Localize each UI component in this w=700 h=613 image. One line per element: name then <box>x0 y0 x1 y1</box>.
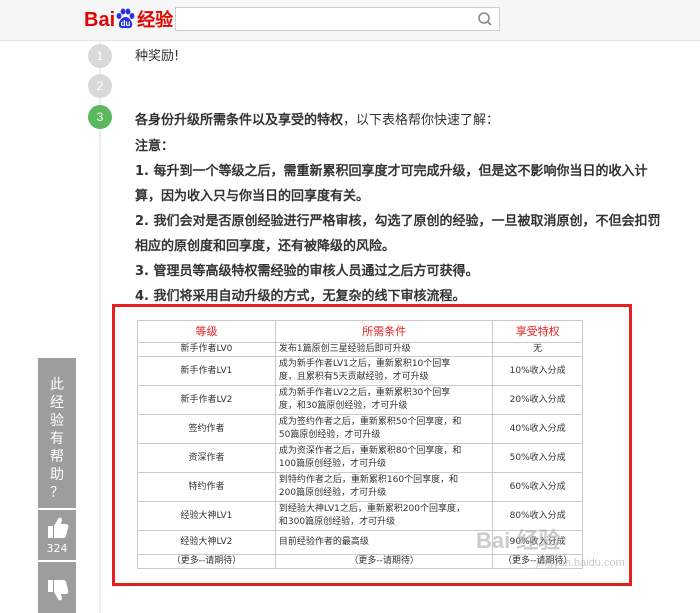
table-row: 新手作者LV1 成为新手作者LV1之后，重新累积10个回享 度，且累积有5天贡献经… <box>137 356 583 386</box>
table-row: 经验大神LV1 到经验大神LV1之后，重新累积200个回享度， 和300篇原创经验… <box>137 501 583 531</box>
logo-bai-text: Bai <box>84 9 116 31</box>
note-label: 注意： <box>135 139 175 154</box>
level-cell: 经验大神LV2 <box>137 530 276 555</box>
question-char: ？ <box>50 485 64 501</box>
level-cell: 新手作者LV2 <box>137 385 276 415</box>
condition-cell: （更多--请期待） <box>274 554 494 569</box>
notes-list: 1. 每升到一个等级之后，需重新累积回享度才可完成升级，但是这不影响你当日的收入… <box>135 159 695 309</box>
baidu-paw-icon: du <box>116 8 135 29</box>
table-row: 签约作者 成为签约作者之后，重新累积50个回享度，和 50篇原创经验，才可升级 4… <box>137 414 583 444</box>
level-cell: 特约作者 <box>137 472 276 502</box>
condition-cell: 目前经验作者的最高级 <box>274 530 494 555</box>
table-row: （更多--请期待） （更多--请期待） （更多--请期待） <box>137 554 583 569</box>
table-header: 所需条件 <box>274 320 494 343</box>
table-row: 特约作者 到特约作者之后，重新累积160个回享度，和 200篇原创经验，才可升级 … <box>137 472 583 502</box>
note-line: 2. 我们会对是否原创经验进行严格审核，勾选了原创的经验，一旦被取消原创，不但会… <box>135 214 661 229</box>
step-number-2: 2 <box>88 74 112 98</box>
privilege-cell: 40%收入分成 <box>492 414 583 444</box>
privilege-cell: （更多--请期待） <box>492 554 583 569</box>
search-button[interactable] <box>471 8 499 30</box>
condition-cell: 到特约作者之后，重新累积160个回享度，和 200篇原创经验，才可升级 <box>274 472 494 502</box>
table-row: 新手作者LV0 发布1篇原创三星经验后即可升级 无 <box>137 342 583 357</box>
table-row: 资深作者 成为资深作者之后，重新累积80个回享度，和 100篇原创经验，才可升级 … <box>137 443 583 473</box>
note-line: 算，因为收入只与你当日的回享度有关。 <box>135 189 370 204</box>
question-char: 验 <box>50 413 64 429</box>
condition-cell: 成为新手作者LV2之后，重新累积30个回享 度，和30篇原创经验，才可升级 <box>274 385 494 415</box>
privilege-cell: 90%收入分成 <box>492 530 583 555</box>
privilege-cell: 10%收入分成 <box>492 356 583 386</box>
table-header: 享受特权 <box>492 320 583 343</box>
upvote-count: 324 <box>46 542 68 555</box>
baidu-jingyan-logo[interactable]: Bai du 经验 <box>84 8 173 32</box>
level-cell: 签约作者 <box>137 414 276 444</box>
level-cell: 新手作者LV0 <box>137 342 276 357</box>
question-char: 帮 <box>50 449 64 465</box>
downvote-button[interactable] <box>38 562 76 613</box>
thumb-down-icon <box>48 580 69 601</box>
helpful-question: 此 经 验 有 帮 助 ？ <box>38 358 76 508</box>
privilege-cell: 50%收入分成 <box>492 443 583 473</box>
table-row: 新手作者LV2 成为新手作者LV2之后，重新累积30个回享 度，和30篇原创经验，… <box>137 385 583 415</box>
condition-cell: 成为新手作者LV1之后，重新累积10个回享 度，且累积有5天贡献经验，才可升级 <box>274 356 494 386</box>
top-header: Bai du 经验 <box>0 0 700 41</box>
note-line: 相应的原创度和回享度，还有被降级的风险。 <box>135 239 396 254</box>
step-3-title-bold: 各身份升级所需条件以及享受的特权 <box>135 113 344 128</box>
condition-cell: 发布1篇原创三星经验后即可升级 <box>274 342 494 357</box>
step-1-text-fragment: 种奖励! <box>135 49 180 64</box>
table-header-row: 等级 所需条件 享受特权 <box>137 320 583 343</box>
privilege-cell: 无 <box>492 342 583 357</box>
table-header: 等级 <box>137 320 276 343</box>
condition-cell: 成为签约作者之后，重新累积50个回享度，和 50篇原创经验，才可升级 <box>274 414 494 444</box>
search-icon <box>478 12 492 26</box>
condition-cell: 到经验大神LV1之后，重新累积200个回享度， 和300篇原创经验，才可升级 <box>274 501 494 531</box>
search-input[interactable] <box>176 8 472 30</box>
thumb-up-icon <box>48 517 69 538</box>
step-number-3: 3 <box>88 105 112 129</box>
question-char: 经 <box>50 395 64 411</box>
level-cell: 经验大神LV1 <box>137 501 276 531</box>
step-number-1: 1 <box>88 44 112 68</box>
note-line: 1. 每升到一个等级之后，需重新累积回享度才可完成升级，但是这不影响你当日的收入… <box>135 164 648 179</box>
level-cell: 资深作者 <box>137 443 276 473</box>
upgrade-table-image[interactable]: 等级 所需条件 享受特权 新手作者LV0 发布1篇原创三星经验后即可升级 无 新… <box>112 304 632 586</box>
privilege-cell: 20%收入分成 <box>492 385 583 415</box>
question-char: 助 <box>50 467 64 483</box>
level-cell: （更多--请期待） <box>137 554 276 569</box>
condition-cell: 成为资深作者之后，重新累积80个回享度，和 100篇原创经验，才可升级 <box>274 443 494 473</box>
note-line: 3. 管理员等高级特权需经验的审核人员通过之后方可获得。 <box>135 264 479 279</box>
privilege-cell: 80%收入分成 <box>492 501 583 531</box>
step-3-title-rest: ，以下表格帮你快速了解： <box>343 113 500 128</box>
privilege-cell: 60%收入分成 <box>492 472 583 502</box>
question-char: 有 <box>50 431 64 447</box>
step-3-title: 各身份升级所需条件以及享受的特权，以下表格帮你快速了解： <box>135 109 499 128</box>
upvote-button[interactable]: 324 <box>38 510 76 560</box>
table-row: 经验大神LV2 目前经验作者的最高级 90%收入分成 <box>137 530 583 555</box>
svg-text:du: du <box>121 19 131 28</box>
level-cell: 新手作者LV1 <box>137 356 276 386</box>
question-char: 此 <box>50 377 64 393</box>
logo-jingyan-text: 经验 <box>137 10 174 30</box>
search-box <box>175 7 500 31</box>
upgrade-requirements-table: 等级 所需条件 享受特权 新手作者LV0 发布1篇原创三星经验后即可升级 无 新… <box>137 320 583 569</box>
